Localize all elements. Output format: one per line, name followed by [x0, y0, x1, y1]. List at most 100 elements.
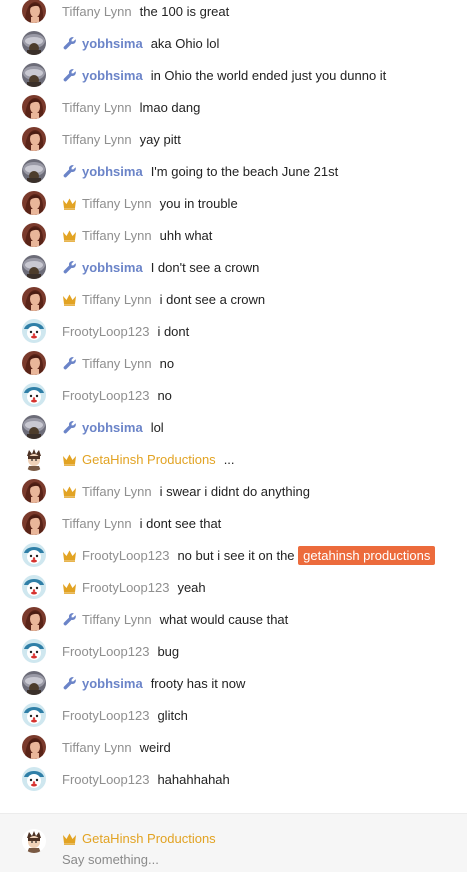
message-line: Tiffany Lynn uhh what [62, 219, 212, 251]
username[interactable]: Tiffany Lynn [62, 740, 132, 755]
chat-message: yobhsima I don't see a crown [0, 251, 467, 283]
username[interactable]: Tiffany Lynn [62, 516, 132, 531]
message-line: yobhsima I'm going to the beach June 21st [62, 155, 338, 187]
username[interactable]: Tiffany Lynn [62, 4, 132, 19]
username[interactable]: Tiffany Lynn [62, 100, 132, 115]
username[interactable]: FrootyLoop123 [62, 708, 149, 723]
chat-message: yobhsima lol [0, 411, 467, 443]
avatar[interactable] [22, 31, 46, 55]
username[interactable]: Tiffany Lynn [82, 292, 152, 307]
message-text: weird [139, 739, 171, 755]
chat-message: Tiffany Lynn i dont see that [0, 507, 467, 539]
avatar[interactable] [22, 223, 46, 247]
chat-message: Tiffany Lynn uhh what [0, 219, 467, 251]
avatar[interactable] [22, 319, 46, 343]
username[interactable]: yobhsima [82, 164, 143, 179]
username[interactable]: FrootyLoop123 [62, 644, 149, 659]
username[interactable]: FrootyLoop123 [62, 388, 149, 403]
username[interactable]: yobhsima [82, 676, 143, 691]
avatar[interactable] [22, 639, 46, 663]
avatar[interactable] [22, 127, 46, 151]
avatar[interactable] [22, 95, 46, 119]
avatar[interactable] [22, 191, 46, 215]
avatar[interactable] [22, 767, 46, 791]
avatar[interactable] [22, 575, 46, 599]
avatar[interactable] [22, 159, 46, 183]
chat-message: Tiffany Lynn lmao dang [0, 91, 467, 123]
message-line: FrootyLoop123 i dont [62, 315, 189, 347]
avatar[interactable] [22, 735, 46, 759]
chat-message: yobhsima aka Ohio lol [0, 27, 467, 59]
chat-message: Tiffany Lynn yay pitt [0, 123, 467, 155]
avatar[interactable] [22, 829, 46, 853]
username[interactable]: yobhsima [82, 420, 143, 435]
message-text: hahahhahah [157, 771, 230, 787]
wrench-icon [62, 612, 77, 627]
avatar[interactable] [22, 511, 46, 535]
username[interactable]: GetaHinsh Productions [82, 452, 216, 467]
avatar[interactable] [22, 447, 46, 471]
mention-highlight[interactable]: getahinsh productions [298, 545, 436, 565]
username[interactable]: Tiffany Lynn [82, 612, 152, 627]
username[interactable]: Tiffany Lynn [82, 356, 152, 371]
wrench-icon [62, 36, 77, 51]
chat-composer: GetaHinsh Productions [0, 813, 467, 872]
message-text: frooty has it now [150, 675, 246, 691]
message-text: i swear i didnt do anything [159, 483, 310, 499]
avatar[interactable] [22, 479, 46, 503]
username[interactable]: yobhsima [82, 68, 143, 83]
username[interactable]: FrootyLoop123 [82, 580, 169, 595]
avatar[interactable] [22, 703, 46, 727]
message-line: Tiffany Lynn yay pitt [62, 123, 181, 155]
message-line: FrootyLoop123 bug [62, 635, 179, 667]
username[interactable]: yobhsima [82, 36, 143, 51]
chat-message: FrootyLoop123 no [0, 379, 467, 411]
avatar[interactable] [22, 383, 46, 407]
username[interactable]: Tiffany Lynn [62, 132, 132, 147]
username[interactable]: FrootyLoop123 [82, 548, 169, 563]
crown-icon [62, 228, 77, 243]
avatar[interactable] [22, 0, 46, 23]
message-text: no [157, 387, 172, 403]
avatar[interactable] [22, 607, 46, 631]
message-line: Tiffany Lynn you in trouble [62, 187, 238, 219]
chat-message: FrootyLoop123 no but i see it on the geta… [0, 539, 467, 571]
message-text: i dont [157, 323, 190, 339]
chat-message-list[interactable]: Tiffany Lynn the 100 is great yobhsima aka … [0, 0, 467, 813]
message-line: Tiffany Lynn no [62, 347, 174, 379]
avatar[interactable] [22, 255, 46, 279]
message-line: yobhsima I don't see a crown [62, 251, 259, 283]
avatar[interactable] [22, 543, 46, 567]
message-line: yobhsima aka Ohio lol [62, 27, 219, 59]
username[interactable]: FrootyLoop123 [62, 324, 149, 339]
username[interactable]: FrootyLoop123 [62, 772, 149, 787]
username[interactable]: yobhsima [82, 260, 143, 275]
avatar[interactable] [22, 63, 46, 87]
message-line: Tiffany Lynn i dont see a crown [62, 283, 265, 315]
message-line: FrootyLoop123 yeah [62, 571, 206, 603]
message-line: yobhsima in Ohio the world ended just you… [62, 59, 386, 91]
chat-message: FrootyLoop123 bug [0, 635, 467, 667]
message-line: FrootyLoop123 hahahhahah [62, 763, 230, 795]
chat-message: yobhsima frooty has it now [0, 667, 467, 699]
avatar[interactable] [22, 351, 46, 375]
wrench-icon [62, 420, 77, 435]
chat-input[interactable] [62, 852, 452, 867]
username[interactable]: Tiffany Lynn [82, 228, 152, 243]
username[interactable]: Tiffany Lynn [82, 484, 152, 499]
message-line: Tiffany Lynn the 100 is great [62, 0, 229, 27]
crown-icon [62, 292, 77, 307]
username[interactable]: Tiffany Lynn [82, 196, 152, 211]
avatar[interactable] [22, 671, 46, 695]
wrench-icon [62, 164, 77, 179]
chat-message: Tiffany Lynn the 100 is great [0, 0, 467, 27]
message-line: Tiffany Lynn what would cause that [62, 603, 288, 635]
composer-username-label: GetaHinsh Productions [82, 831, 216, 846]
wrench-icon [62, 356, 77, 371]
message-text: the 100 is great [139, 3, 230, 19]
avatar[interactable] [22, 415, 46, 439]
avatar[interactable] [22, 287, 46, 311]
message-text: I'm going to the beach June 21st [150, 163, 339, 179]
message-text: uhh what [159, 227, 213, 243]
message-line: yobhsima lol [62, 411, 164, 443]
